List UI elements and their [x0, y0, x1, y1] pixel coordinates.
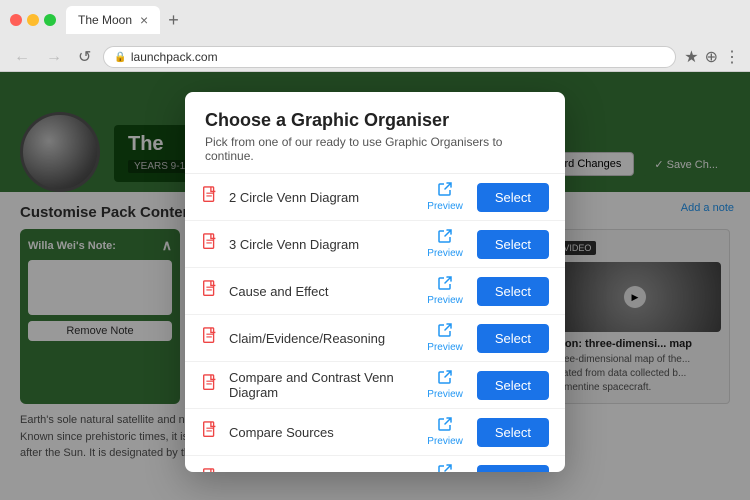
select-button[interactable]: Select — [477, 371, 549, 400]
preview-label: Preview — [427, 342, 463, 353]
organiser-name: 3 Circle Venn Diagram — [229, 237, 417, 252]
select-button[interactable]: Select — [477, 465, 549, 473]
tab-close-button[interactable]: × — [140, 12, 148, 28]
title-bar: The Moon × + — [10, 6, 740, 34]
preview-link[interactable]: Preview — [427, 229, 463, 259]
star-icon[interactable]: ★ — [684, 47, 698, 67]
toolbar-right: ★ ⊕ ⋮ — [684, 47, 740, 67]
active-tab[interactable]: The Moon × — [66, 6, 160, 34]
external-link-icon — [438, 276, 452, 293]
select-button[interactable]: Select — [477, 418, 549, 447]
tab-title: The Moon — [78, 13, 132, 27]
tab-bar: The Moon × + — [66, 6, 740, 34]
preview-label: Preview — [427, 436, 463, 447]
select-button[interactable]: Select — [477, 230, 549, 259]
organiser-row: Compare and Contrast Venn Diagram Previe… — [185, 362, 565, 409]
file-icon — [201, 280, 219, 303]
external-link-icon — [438, 417, 452, 434]
window-controls — [10, 14, 56, 26]
back-button[interactable]: ← — [10, 48, 34, 66]
lock-icon: 🔒 — [114, 52, 126, 63]
preview-label: Preview — [427, 389, 463, 400]
new-tab-button[interactable]: + — [164, 10, 183, 31]
file-icon — [201, 421, 219, 444]
organiser-row: KWL Preview Select — [185, 456, 565, 472]
forward-button[interactable]: → — [42, 48, 66, 66]
address-bar[interactable]: 🔒 launchpack.com — [103, 46, 676, 68]
organiser-name: Compare Sources — [229, 425, 417, 440]
menu-icon[interactable]: ⋮ — [724, 47, 740, 67]
file-icon — [201, 327, 219, 350]
refresh-button[interactable]: ↺ — [74, 47, 95, 67]
graphic-organiser-modal: Choose a Graphic Organiser Pick from one… — [185, 92, 565, 472]
select-button[interactable]: Select — [477, 324, 549, 353]
external-link-icon — [438, 323, 452, 340]
preview-link[interactable]: Preview — [427, 370, 463, 400]
file-icon — [201, 233, 219, 256]
file-icon — [201, 186, 219, 209]
preview-link[interactable]: Preview — [427, 182, 463, 212]
organiser-row: Cause and Effect Preview Select — [185, 268, 565, 315]
organiser-row: Compare Sources Preview Select — [185, 409, 565, 456]
select-button[interactable]: Select — [477, 277, 549, 306]
preview-label: Preview — [427, 201, 463, 212]
select-button[interactable]: Select — [477, 183, 549, 212]
maximize-window-button[interactable] — [44, 14, 56, 26]
organiser-name: Cause and Effect — [229, 284, 417, 299]
extension-icon[interactable]: ⊕ — [705, 47, 718, 67]
preview-link[interactable]: Preview — [427, 276, 463, 306]
modal-header: Choose a Graphic Organiser Pick from one… — [185, 92, 565, 174]
organiser-name: Compare and Contrast Venn Diagram — [229, 370, 417, 400]
modal-title: Choose a Graphic Organiser — [205, 110, 545, 131]
external-link-icon — [438, 182, 452, 199]
organiser-name: Claim/Evidence/Reasoning — [229, 331, 417, 346]
file-icon — [201, 468, 219, 473]
organiser-row: Claim/Evidence/Reasoning Preview Select — [185, 315, 565, 362]
organiser-name: 2 Circle Venn Diagram — [229, 190, 417, 205]
modal-body[interactable]: 2 Circle Venn Diagram Preview Select 3 Ci… — [185, 174, 565, 472]
preview-label: Preview — [427, 295, 463, 306]
preview-link[interactable]: Preview — [427, 464, 463, 472]
file-icon — [201, 374, 219, 397]
modal-overlay: Choose a Graphic Organiser Pick from one… — [0, 72, 750, 500]
close-window-button[interactable] — [10, 14, 22, 26]
browser-toolbar: ← → ↺ 🔒 launchpack.com ★ ⊕ ⋮ — [10, 40, 740, 74]
modal-subtitle: Pick from one of our ready to use Graphi… — [205, 135, 545, 163]
external-link-icon — [438, 464, 452, 472]
organiser-row: 2 Circle Venn Diagram Preview Select — [185, 174, 565, 221]
preview-label: Preview — [427, 248, 463, 259]
organiser-row: 3 Circle Venn Diagram Preview Select — [185, 221, 565, 268]
preview-link[interactable]: Preview — [427, 323, 463, 353]
address-url: launchpack.com — [131, 50, 218, 64]
page-content: The YEARS 9-12 LaunchPack Discard Change… — [0, 72, 750, 500]
preview-link[interactable]: Preview — [427, 417, 463, 447]
external-link-icon — [438, 229, 452, 246]
external-link-icon — [438, 370, 452, 387]
organiser-name: KWL — [229, 472, 417, 473]
browser-chrome: The Moon × + ← → ↺ 🔒 launchpack.com ★ ⊕ … — [0, 0, 750, 72]
minimize-window-button[interactable] — [27, 14, 39, 26]
